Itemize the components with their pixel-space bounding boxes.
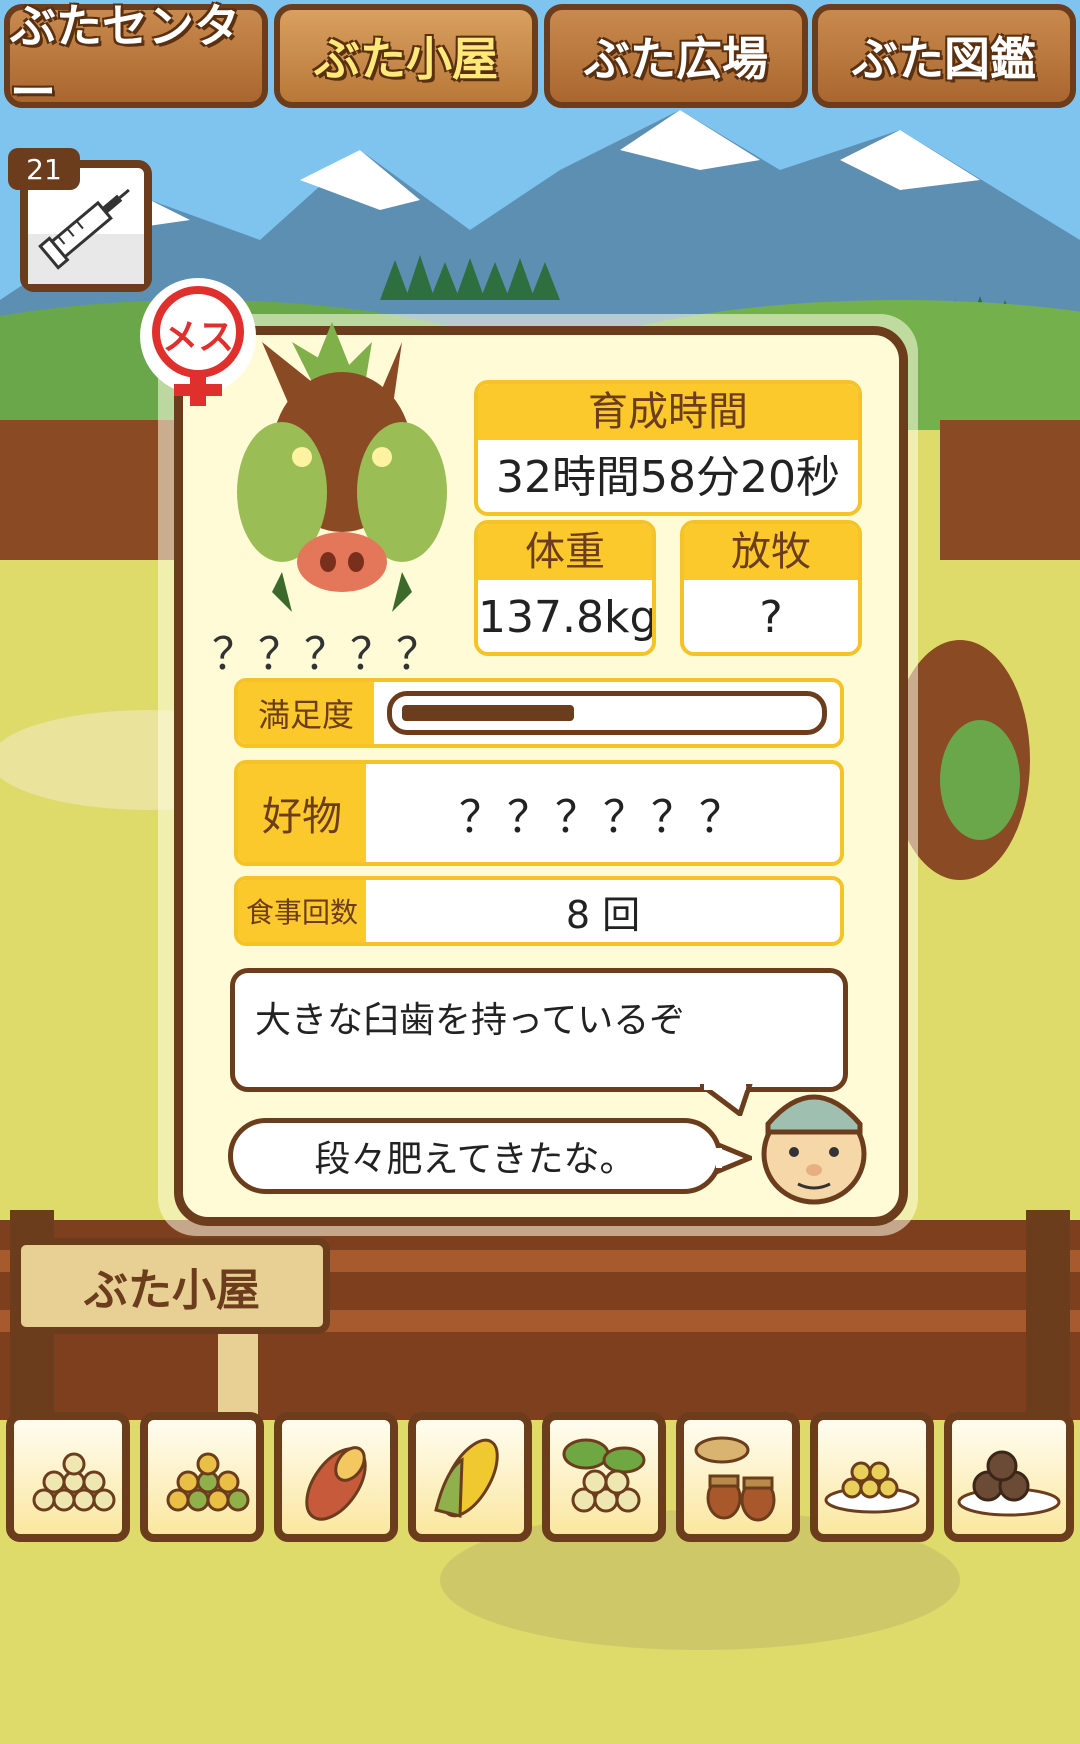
tab-buta-center[interactable]: ぶたセンター <box>4 0 268 119</box>
weight-label: 体重 <box>478 524 652 580</box>
item-count-badge: 21 <box>8 148 80 190</box>
raise-time-box: 育成時間 32時間58分20秒 <box>474 380 862 516</box>
pig-portrait <box>237 322 447 612</box>
weight-box: 体重 137.8kg <box>474 520 656 656</box>
comment-bubble: 段々肥えてきたな。 <box>228 1118 722 1194</box>
sweet-potato-icon <box>305 1446 367 1521</box>
acorn-icon <box>694 1436 776 1522</box>
raise-time-value: 32時間58分20秒 <box>496 452 840 503</box>
satisfaction-bar <box>387 691 827 735</box>
tab-buta-encyclopedia[interactable]: ぶた図鑑 <box>812 4 1076 108</box>
corn-icon <box>434 1438 499 1518</box>
favorite-label: 好物 <box>238 764 366 862</box>
food-slot-8[interactable] <box>944 1412 1074 1542</box>
favorite-value: ？？？？？？ <box>459 792 747 843</box>
comment-text: 段々肥えてきたな。 <box>314 1139 636 1180</box>
mixed-bean-pile-icon <box>166 1452 250 1512</box>
top-tab-bar: ぶたセンター ぶた小屋 ぶた広場 ぶた図鑑 <box>0 0 1080 119</box>
food-slot-3[interactable] <box>274 1412 398 1542</box>
farmer-avatar <box>761 1094 867 1205</box>
grazing-label: 放牧 <box>684 524 858 580</box>
grazing-value: ? <box>759 592 783 643</box>
satisfaction-row: 満足度 <box>234 678 844 748</box>
meatball-plate-icon <box>957 1450 1061 1517</box>
description-bubble: 大きな臼歯を持っているぞ <box>230 968 848 1092</box>
tab-buta-plaza[interactable]: ぶた広場 <box>544 4 808 108</box>
weight-value: 137.8kg <box>478 592 656 643</box>
pig-name: ？？？？？ <box>212 629 442 680</box>
food-slot-1[interactable] <box>6 1412 130 1542</box>
comment-bubble-tail <box>716 1141 752 1175</box>
food-slot-5[interactable] <box>542 1412 666 1542</box>
food-slot-2[interactable] <box>140 1412 264 1542</box>
bean-plate-icon <box>824 1461 920 1514</box>
location-sign: ぶた小屋 <box>14 1238 330 1334</box>
tab-buta-hut[interactable]: ぶた小屋 <box>274 4 538 108</box>
soybean-pile-icon <box>32 1452 116 1512</box>
food-slot-7[interactable] <box>810 1412 934 1542</box>
description-bubble-tail <box>700 1084 753 1116</box>
meals-value: 8 回 <box>565 892 641 937</box>
food-slot-6[interactable] <box>676 1412 800 1542</box>
meals-row: 食事回数 8 回 <box>234 876 844 946</box>
satisfaction-label: 満足度 <box>238 682 374 744</box>
grazing-box: 放牧 ? <box>680 520 862 656</box>
location-sign-label: ぶた小屋 <box>84 1265 260 1316</box>
food-slot-4[interactable] <box>408 1412 532 1542</box>
raise-time-label: 育成時間 <box>478 384 858 440</box>
vegetable-beans-icon <box>562 1438 646 1513</box>
satisfaction-bar-fill <box>402 705 574 721</box>
meals-label: 食事回数 <box>238 880 366 942</box>
favorite-row: 好物 ？？？？？？ <box>234 760 844 866</box>
description-text: 大きな臼歯を持っているぞ <box>255 1000 686 1041</box>
